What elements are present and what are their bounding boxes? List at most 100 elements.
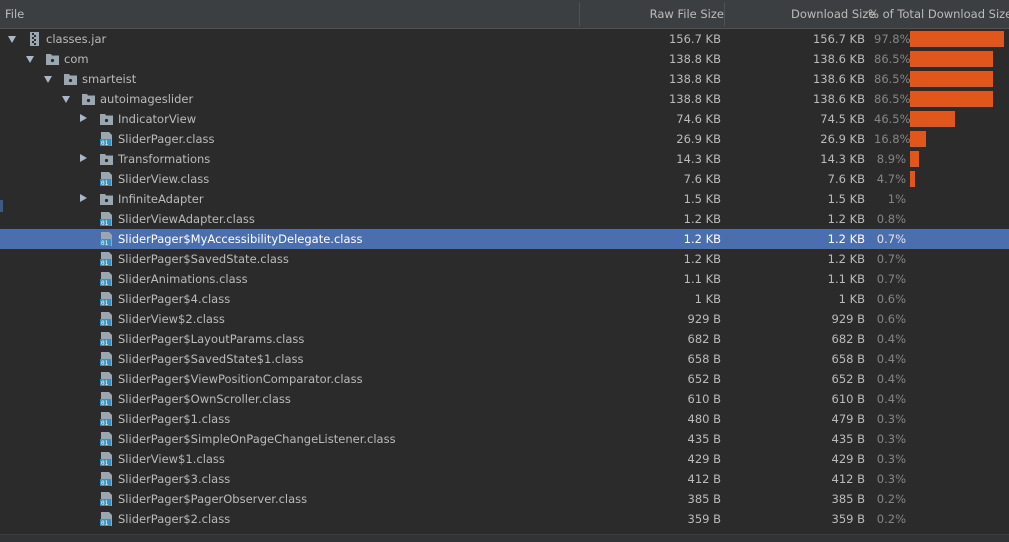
- svg-text:01: 01: [101, 420, 109, 426]
- table-row[interactable]: 01 SliderPager$3.class 412 B 412 B 0.3%: [0, 469, 1009, 489]
- expand-down-arrow-icon[interactable]: [62, 96, 70, 103]
- column-divider[interactable]: [724, 2, 725, 26]
- table-row[interactable]: 01 SliderPager$MyAccessibilityDelegate.cl…: [0, 229, 1009, 249]
- download-percent: 86.5%: [874, 92, 911, 106]
- raw-file-size: 1.2 KB: [683, 252, 721, 266]
- download-percent: 0.4%: [876, 352, 906, 366]
- class-file-icon: 01: [100, 252, 112, 266]
- table-row[interactable]: 01 SliderPager$SimpleOnPageChangeListener…: [0, 429, 1009, 449]
- file-name: SliderPager$1.class: [118, 412, 231, 426]
- table-row[interactable]: classes.jar 156.7 KB 156.7 KB 97.8%: [0, 29, 1009, 49]
- table-row[interactable]: 01 SliderPager$1.class 480 B 479 B 0.3%: [0, 409, 1009, 429]
- table-row[interactable]: 01 SliderPager$ViewPositionComparator.cla…: [0, 369, 1009, 389]
- svg-text:01: 01: [101, 180, 109, 186]
- class-file-icon: 01: [100, 272, 112, 286]
- expand-down-arrow-icon[interactable]: [44, 76, 52, 83]
- download-percent: 0.3%: [876, 412, 906, 426]
- raw-file-size: 359 B: [687, 512, 722, 526]
- download-size: 1.5 KB: [827, 192, 865, 206]
- download-size: 385 B: [831, 492, 866, 506]
- download-percent: 4.7%: [876, 172, 906, 186]
- raw-file-size: 138.8 KB: [668, 92, 721, 106]
- table-row[interactable]: 01 SliderAnimations.class 1.1 KB 1.1 KB 0.7%: [0, 269, 1009, 289]
- table-row[interactable]: 01 SliderPager$SavedState.class 1.2 KB 1.2 …: [0, 249, 1009, 269]
- download-size: 1.1 KB: [827, 272, 865, 286]
- collapse-right-arrow-icon[interactable]: [80, 194, 87, 202]
- download-size: 412 B: [831, 472, 866, 486]
- column-header-raw-size[interactable]: Raw File Size: [650, 0, 724, 28]
- download-percent: 0.2%: [876, 492, 906, 506]
- package-folder-icon: [100, 154, 113, 165]
- class-file-icon: 01: [100, 292, 112, 306]
- download-size: 26.9 KB: [820, 132, 865, 146]
- file-name: SliderPager$2.class: [118, 512, 231, 526]
- file-name: SliderView.class: [118, 172, 210, 186]
- class-file-icon: 01: [100, 472, 112, 486]
- download-percent: 8.9%: [876, 152, 906, 166]
- svg-text:01: 01: [101, 440, 109, 446]
- download-percent: 0.7%: [876, 272, 906, 286]
- file-tree-table: classes.jar 156.7 KB 156.7 KB 97.8% com 138.8…: [0, 29, 1009, 529]
- class-file-icon: 01: [100, 412, 112, 426]
- table-row[interactable]: 01 SliderPager$PagerObserver.class 385 B 38…: [0, 489, 1009, 509]
- table-row[interactable]: InfiniteAdapter 1.5 KB 1.5 KB 1%: [0, 189, 1009, 209]
- download-size: 1 KB: [838, 292, 865, 306]
- download-size: 682 B: [831, 332, 866, 346]
- expand-down-arrow-icon[interactable]: [26, 56, 34, 63]
- package-folder-icon: [64, 74, 77, 85]
- raw-file-size: 929 B: [687, 312, 722, 326]
- download-percent: 97.8%: [874, 32, 911, 46]
- download-size: 138.6 KB: [812, 72, 865, 86]
- svg-text:01: 01: [101, 240, 109, 246]
- table-row[interactable]: 01 SliderView.class 7.6 KB 7.6 KB 4.7%: [0, 169, 1009, 189]
- table-row[interactable]: IndicatorView 74.6 KB 74.5 KB 46.5%: [0, 109, 1009, 129]
- file-name: SliderPager$SavedState.class: [118, 252, 289, 266]
- collapse-right-arrow-icon[interactable]: [80, 114, 87, 122]
- download-percent: 0.3%: [876, 432, 906, 446]
- download-percent: 0.3%: [876, 452, 906, 466]
- column-header-file[interactable]: File: [5, 0, 24, 28]
- file-name: SliderPager$SavedState$1.class: [118, 352, 304, 366]
- column-header-percent[interactable]: % of Total Download Size: [868, 0, 1009, 28]
- class-file-icon: 01: [100, 392, 112, 406]
- raw-file-size: 14.3 KB: [676, 152, 721, 166]
- download-percent: 0.4%: [876, 332, 906, 346]
- download-percent: 0.7%: [876, 252, 906, 266]
- class-file-icon: 01: [100, 492, 112, 506]
- file-name: InfiniteAdapter: [118, 192, 204, 206]
- table-row[interactable]: 01 SliderView$1.class 429 B 429 B 0.3%: [0, 449, 1009, 469]
- file-name: SliderViewAdapter.class: [118, 212, 255, 226]
- class-file-icon: 01: [100, 132, 112, 146]
- table-row[interactable]: 01 SliderPager$2.class 359 B 359 B 0.2%: [0, 509, 1009, 529]
- table-row[interactable]: 01 SliderPager$SavedState$1.class 658 B 658…: [0, 349, 1009, 369]
- download-percent: 16.8%: [874, 132, 911, 146]
- table-row[interactable]: 01 SliderPager.class 26.9 KB 26.9 KB 16.8%: [0, 129, 1009, 149]
- table-row[interactable]: 01 SliderPager$4.class 1 KB 1 KB 0.6%: [0, 289, 1009, 309]
- table-row[interactable]: com 138.8 KB 138.6 KB 86.5%: [0, 49, 1009, 69]
- table-row[interactable]: autoimageslider 138.8 KB 138.6 KB 86.5%: [0, 89, 1009, 109]
- download-percent: 0.7%: [876, 232, 906, 246]
- download-percent: 0.6%: [876, 312, 906, 326]
- table-row[interactable]: Transformations 14.3 KB 14.3 KB 8.9%: [0, 149, 1009, 169]
- column-header-download-size[interactable]: Download Size: [791, 0, 875, 28]
- raw-file-size: 652 B: [687, 372, 722, 386]
- table-row[interactable]: 01 SliderPager$OwnScroller.class 610 B 610 …: [0, 389, 1009, 409]
- expand-down-arrow-icon[interactable]: [8, 36, 16, 43]
- svg-text:01: 01: [101, 280, 109, 286]
- class-file-icon: 01: [100, 332, 112, 346]
- size-share-bar: [910, 91, 993, 107]
- download-size: 610 B: [831, 392, 866, 406]
- jar-icon: [30, 32, 39, 46]
- table-row[interactable]: 01 SliderPager$LayoutParams.class 682 B 682…: [0, 329, 1009, 349]
- table-row[interactable]: 01 SliderView$2.class 929 B 929 B 0.6%: [0, 309, 1009, 329]
- package-folder-icon: [46, 54, 59, 65]
- download-size: 1.2 KB: [827, 212, 865, 226]
- column-divider[interactable]: [579, 2, 580, 26]
- download-percent: 0.4%: [876, 392, 906, 406]
- download-percent: 0.2%: [876, 512, 906, 526]
- table-row[interactable]: smarteist 138.8 KB 138.6 KB 86.5%: [0, 69, 1009, 89]
- table-header: File Raw File Size Download Size % of To…: [0, 0, 1009, 29]
- collapse-right-arrow-icon[interactable]: [80, 154, 87, 162]
- file-name: com: [64, 52, 89, 66]
- table-row[interactable]: 01 SliderViewAdapter.class 1.2 KB 1.2 KB 0.8…: [0, 209, 1009, 229]
